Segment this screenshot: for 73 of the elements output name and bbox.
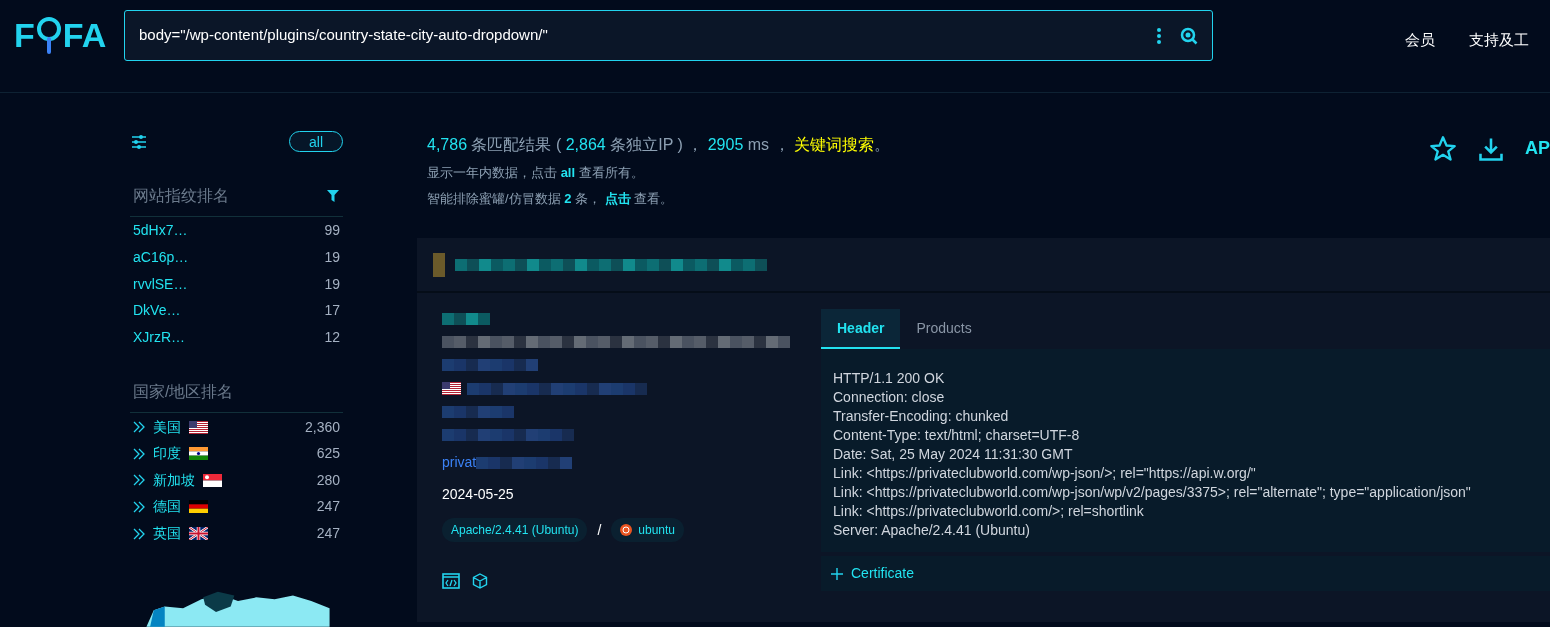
- country-link[interactable]: 新加坡: [153, 469, 195, 491]
- flag-icon: [442, 382, 461, 395]
- count-text: 247: [316, 497, 340, 517]
- search-icon[interactable]: [1180, 26, 1198, 45]
- double-chevron-icon: [133, 500, 145, 513]
- fingerprint-link[interactable]: XJrzR…: [133, 326, 186, 348]
- country-link[interactable]: 德国: [153, 496, 181, 518]
- panel-tab[interactable]: Products: [900, 309, 988, 349]
- redacted-block: [442, 313, 490, 325]
- code-window-icon[interactable]: [442, 573, 460, 589]
- country-link[interactable]: 美国: [153, 416, 181, 438]
- count-text: 280: [316, 470, 340, 490]
- count-text: 2,360: [304, 417, 340, 437]
- header-line: Content-Type: text/html; charset=UTF-8: [833, 426, 1081, 445]
- header-line: Transfer-Encoding: chunked: [833, 407, 1010, 426]
- header-line: Date: Sat, 25 May 2024 11:31:30 GMT: [833, 445, 1074, 464]
- result-summary: 4,786 条匹配结果 ( 2,864 条独立IP ) ， 2905 ms ， 关键词搜索。: [427, 135, 891, 155]
- redacted-block: [433, 252, 445, 277]
- section-title: 网站指纹排名: [133, 186, 229, 206]
- sliders-icon[interactable]: [131, 133, 147, 150]
- redacted-block: [442, 406, 514, 418]
- search-field[interactable]: body="/wp-content/plugins/country-state-city-auto-dropdown/": [124, 10, 1213, 61]
- fingerprint-link[interactable]: rvvlSE…: [133, 273, 188, 295]
- header-line: Link: <https://privateclubworld.com/wp-json/wp/v2/pages/3375>; rel="alternate"; type="application/json": [833, 483, 1472, 502]
- double-chevron-icon: [133, 474, 145, 487]
- honeypot-note: 智能排除蜜罐/仿冒数据 2 条， 点击 查看。: [427, 189, 675, 208]
- section-title: 国家/地区排名: [133, 382, 234, 403]
- header-line: Link: <https://privateclubworld.com/wp-json/>; rel="https://api.w.org/": [833, 464, 1257, 483]
- flag-icon: [189, 447, 208, 461]
- plus-icon: [831, 567, 843, 580]
- date-range-note: 显示一年内数据，点击 all 查看所有。: [427, 164, 645, 182]
- date-text: 2024-05-25: [442, 485, 515, 504]
- tag-chip[interactable]: Apache/2.4.41 (Ubuntu): [442, 518, 588, 542]
- header-line: Link: <https://privateclubworld.com/>; rel=shortlink: [833, 502, 1145, 521]
- host-link[interactable]: privat: [442, 452, 477, 473]
- double-chevron-icon: [133, 527, 145, 540]
- double-chevron-icon: [133, 447, 145, 460]
- count-text: 625: [316, 444, 340, 464]
- more-icon[interactable]: [1156, 26, 1162, 45]
- all-button[interactable]: all: [289, 131, 343, 152]
- fingerprint-link[interactable]: 5dHx7…: [133, 220, 188, 242]
- flag-icon: [189, 500, 208, 514]
- panel-tab[interactable]: Header: [821, 309, 901, 349]
- fingerprint-link[interactable]: DkVe…: [133, 300, 181, 322]
- cube-icon[interactable]: [472, 573, 488, 589]
- certificate-toggle[interactable]: Certificate: [821, 556, 1550, 591]
- nav-link[interactable]: 支持及工: [1469, 28, 1529, 52]
- count-text: 19: [324, 247, 340, 267]
- flag-icon: [189, 420, 208, 434]
- separator-text: /: [597, 520, 602, 540]
- circle-logo-icon: [620, 524, 633, 536]
- filter-icon[interactable]: [327, 190, 340, 202]
- api-link[interactable]: AP: [1525, 135, 1550, 161]
- country-link[interactable]: 印度: [153, 443, 181, 465]
- count-text: 247: [316, 524, 340, 544]
- logo-text: FA: [62, 18, 107, 52]
- count-text: 19: [324, 274, 340, 294]
- flag-icon: [203, 473, 222, 487]
- star-icon[interactable]: [1429, 135, 1457, 163]
- magnifier-icon: [35, 16, 62, 54]
- double-chevron-icon: [133, 421, 145, 433]
- count-text: 12: [324, 327, 340, 347]
- header-line: Server: Apache/2.4.41 (Ubuntu): [833, 521, 1031, 540]
- header-line: Connection: close: [833, 388, 946, 407]
- tag-chip[interactable]: ubuntu: [611, 518, 684, 542]
- count-text: 17: [324, 301, 340, 321]
- flag-icon: [189, 527, 208, 541]
- count-text: 99: [324, 221, 340, 241]
- nav-link[interactable]: 会员: [1405, 28, 1435, 52]
- fingerprint-link[interactable]: aC16p…: [133, 246, 189, 268]
- logo-text: F: [14, 18, 35, 52]
- country-link[interactable]: 英国: [153, 523, 181, 545]
- header-line: HTTP/1.1 200 OK: [833, 369, 946, 388]
